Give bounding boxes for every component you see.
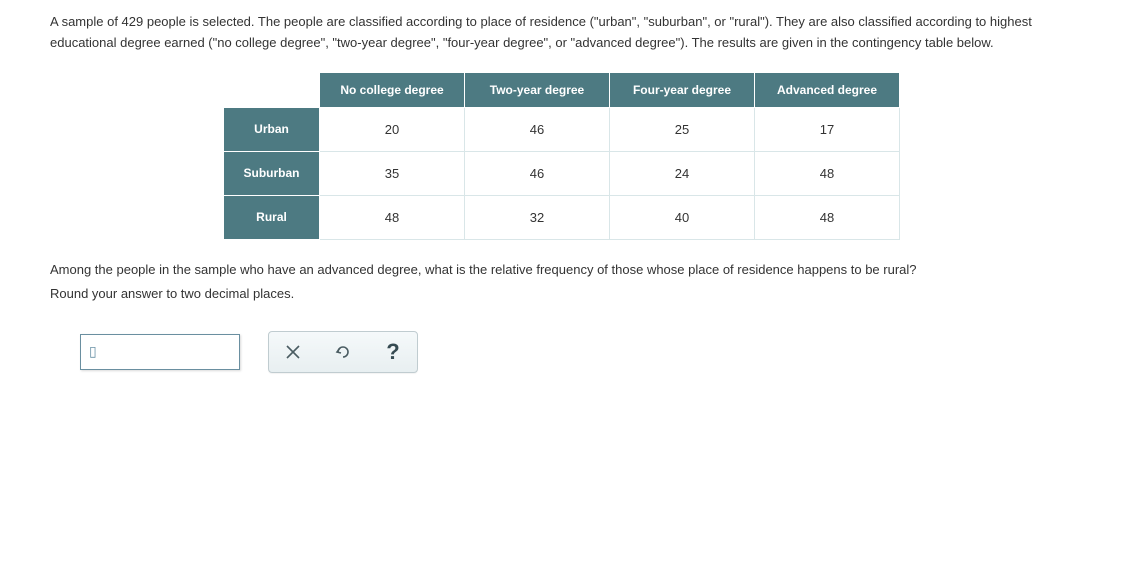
answer-input[interactable]: ▯	[80, 334, 240, 370]
x-icon	[286, 345, 300, 359]
contingency-table: No college degree Two-year degree Four-y…	[223, 72, 900, 240]
cell: 46	[465, 107, 610, 151]
row-header: Urban	[224, 107, 320, 151]
answer-row: ▯ ?	[50, 331, 1073, 373]
table-row: Suburban 35 46 24 48	[224, 151, 900, 195]
question-text: Among the people in the sample who have …	[50, 258, 1073, 307]
cell: 46	[465, 151, 610, 195]
undo-button[interactable]	[331, 340, 355, 364]
col-header: Four-year degree	[610, 72, 755, 107]
question-mark-icon: ?	[386, 339, 399, 365]
blank-corner	[224, 72, 320, 107]
col-header: Advanced degree	[755, 72, 900, 107]
cell: 48	[320, 195, 465, 239]
help-button[interactable]: ?	[381, 340, 405, 364]
undo-icon	[334, 344, 352, 360]
cell: 17	[755, 107, 900, 151]
question-line: Round your answer to two decimal places.	[50, 282, 1073, 307]
input-toolbar: ?	[268, 331, 418, 373]
cell: 35	[320, 151, 465, 195]
cell: 25	[610, 107, 755, 151]
answer-placeholder: ▯	[89, 343, 97, 360]
row-header: Suburban	[224, 151, 320, 195]
problem-prompt: A sample of 429 people is selected. The …	[50, 12, 1073, 54]
question-line: Among the people in the sample who have …	[50, 258, 1073, 283]
cell: 48	[755, 151, 900, 195]
table-row: Urban 20 46 25 17	[224, 107, 900, 151]
cell: 20	[320, 107, 465, 151]
cell: 24	[610, 151, 755, 195]
col-header: Two-year degree	[465, 72, 610, 107]
row-header: Rural	[224, 195, 320, 239]
cell: 48	[755, 195, 900, 239]
col-header: No college degree	[320, 72, 465, 107]
contingency-table-wrapper: No college degree Two-year degree Four-y…	[50, 72, 1073, 240]
cell: 40	[610, 195, 755, 239]
clear-button[interactable]	[281, 340, 305, 364]
cell: 32	[465, 195, 610, 239]
table-row: Rural 48 32 40 48	[224, 195, 900, 239]
